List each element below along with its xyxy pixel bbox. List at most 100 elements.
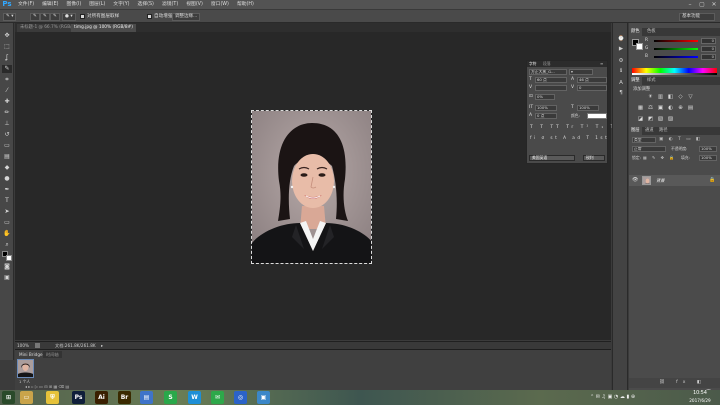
tab-paragraph[interactable]: 段落 <box>543 61 551 67</box>
image-app-icon[interactable]: ▣ <box>257 391 270 404</box>
invert-icon[interactable]: ◪ <box>637 116 644 123</box>
small-caps-button[interactable]: Tr <box>566 125 576 130</box>
kerning-field[interactable] <box>535 85 567 91</box>
grayscale-ramp[interactable] <box>632 73 717 75</box>
layer-filter-icons[interactable]: ▣ ◐ T ▭ ◧ <box>659 137 702 142</box>
portrait-photo[interactable] <box>251 110 372 264</box>
titling-button[interactable]: ad <box>572 135 582 140</box>
tool-preset-picker[interactable]: ✎ ▾ <box>3 13 17 21</box>
gradient-map-icon[interactable]: ▨ <box>667 116 674 123</box>
font-family-select[interactable]: 方正大黑_G... <box>529 69 567 75</box>
menu-filter[interactable]: 滤镜(T) <box>158 0 182 9</box>
crop-tool-icon[interactable]: ⌗ <box>2 76 12 84</box>
zoom-level[interactable]: 100% <box>17 342 29 349</box>
tab-document-1[interactable]: 未标题-1 @ 66.7% (RGB/8) <box>17 24 80 32</box>
healing-brush-tool-icon[interactable]: ✚ <box>2 98 12 106</box>
brush-size-picker[interactable]: ● ▾ <box>62 13 76 21</box>
text-color-swatch[interactable] <box>587 113 607 119</box>
refine-edge-button[interactable]: 调整边缘... <box>172 13 201 21</box>
hue-saturation-icon[interactable]: ▦ <box>637 105 644 112</box>
tab-document-2[interactable]: timg.jpg @ 100% (RGB/8#) <box>71 24 136 32</box>
info-panel-icon[interactable]: ℹ <box>616 67 626 75</box>
ligatures-button[interactable]: fi <box>530 135 538 140</box>
tab-timeline[interactable]: 时间轴 <box>43 351 62 358</box>
tab-styles[interactable]: 样式 <box>645 77 658 85</box>
photo-filter-icon[interactable]: ◐ <box>667 105 674 112</box>
start-icon[interactable]: ⊞ <box>2 391 15 404</box>
eyedropper-tool-icon[interactable]: ⁄ <box>2 87 12 95</box>
antialias-select[interactable]: 锐利 <box>583 155 605 161</box>
marquee-tool-icon[interactable]: ⬚ <box>2 43 12 51</box>
baseline-field[interactable]: 0 点 <box>535 113 557 119</box>
history-panel-icon[interactable]: ⌚ <box>616 35 626 43</box>
quick-mask-icon[interactable]: ◙ <box>2 263 12 271</box>
stylistic-button[interactable]: A <box>563 135 568 140</box>
type-tool-icon[interactable]: T <box>2 197 12 205</box>
leading-field[interactable]: 46 点 <box>577 77 607 83</box>
font-size-field[interactable]: 60 点 <box>535 77 567 83</box>
quick-selection-tool-icon[interactable]: ✎ <box>2 65 12 73</box>
vibrance-icon[interactable]: ▽ <box>687 94 694 101</box>
properties-panel-icon[interactable]: ⚙ <box>616 57 626 65</box>
layer-row-background[interactable]: 👁 背景 🔒 <box>629 175 720 186</box>
fill-field[interactable]: 100% <box>699 155 717 161</box>
faux-bold-button[interactable]: T <box>530 125 536 130</box>
screen-mode-icon[interactable]: ▣ <box>2 274 12 282</box>
brightness-icon[interactable]: ☀ <box>647 94 654 101</box>
dodge-tool-icon[interactable]: ● <box>2 175 12 183</box>
red-value[interactable]: 0 <box>701 38 716 44</box>
visibility-eye-icon[interactable]: 👁 <box>632 177 638 183</box>
close-icon[interactable]: ✕ <box>708 0 720 9</box>
old-style-button[interactable]: ơ <box>541 135 546 140</box>
color-balance-icon[interactable]: ⚖ <box>647 105 654 112</box>
tab-mini-bridge[interactable]: Mini Bridge <box>16 351 46 358</box>
threshold-icon[interactable]: ▧ <box>657 116 664 123</box>
shield-icon[interactable]: ⛨ <box>46 391 59 404</box>
green-app-icon[interactable]: S <box>164 391 177 404</box>
sample-all-layers-checkbox[interactable] <box>80 14 85 19</box>
character-panel-icon[interactable]: A <box>616 79 626 87</box>
menu-help[interactable]: 帮助(H) <box>233 0 258 9</box>
style-buttons-row[interactable]: T T TT Tr T¹ T₁ T T <box>530 125 624 131</box>
wechat-icon[interactable]: ✉ <box>211 391 224 404</box>
levels-icon[interactable]: ▥ <box>657 94 664 101</box>
subscript-button[interactable]: T₁ <box>596 125 607 130</box>
background-color-swatch[interactable] <box>6 255 12 261</box>
lock-icons[interactable]: ▦ ✎ ✥ 🔒 <box>643 155 676 161</box>
vertical-scale-field[interactable]: 100% <box>535 105 557 111</box>
swash-button[interactable]: st <box>550 135 559 140</box>
blur-tool-icon[interactable]: ◆ <box>2 164 12 172</box>
paragraph-panel-icon[interactable]: ¶ <box>616 89 626 97</box>
pen-tool-icon[interactable]: ✒ <box>2 186 12 194</box>
posterize-icon[interactable]: ◩ <box>647 116 654 123</box>
bridge-icon[interactable]: Br <box>118 391 131 404</box>
black-white-icon[interactable]: ▣ <box>657 105 664 112</box>
tab-swatches[interactable]: 色板 <box>645 28 658 36</box>
move-tool-icon[interactable]: ✥ <box>2 32 12 40</box>
w-app-icon[interactable]: W <box>188 391 201 404</box>
faux-italic-button[interactable]: T <box>540 125 546 130</box>
auto-enhance-checkbox[interactable] <box>147 14 152 19</box>
red-slider[interactable] <box>654 40 698 42</box>
horizontal-scale-field[interactable]: 100% <box>577 105 599 111</box>
color-lookup-icon[interactable]: ▤ <box>687 105 694 112</box>
zoom-tool-icon[interactable]: ⌕ <box>2 241 12 249</box>
tab-channels[interactable]: 通道 <box>643 127 656 135</box>
color-background-swatch[interactable] <box>636 43 643 50</box>
photoshop-icon[interactable]: Ps <box>72 391 85 404</box>
layer-kind-filter[interactable]: 类型 <box>632 137 656 143</box>
menu-type[interactable]: 文字(Y) <box>109 0 133 9</box>
panel-menu-icon[interactable]: ≡ <box>600 61 603 67</box>
menu-layer[interactable]: 图层(L) <box>85 0 109 9</box>
tab-paths[interactable]: 路径 <box>657 127 670 135</box>
exposure-icon[interactable]: ◇ <box>677 94 684 101</box>
new-selection-icon[interactable]: ✎ <box>30 13 40 21</box>
menu-image[interactable]: 图像(I) <box>62 0 85 9</box>
lasso-tool-icon[interactable]: ʆ <box>2 54 12 62</box>
language-select[interactable]: 美国英语 <box>529 155 575 161</box>
menu-window[interactable]: 窗口(W) <box>207 0 233 9</box>
blue-value[interactable]: 0 <box>701 54 716 60</box>
shape-tool-icon[interactable]: ▭ <box>2 219 12 227</box>
menu-view[interactable]: 视图(V) <box>182 0 207 9</box>
subtract-selection-icon[interactable]: ✎ <box>50 13 60 21</box>
